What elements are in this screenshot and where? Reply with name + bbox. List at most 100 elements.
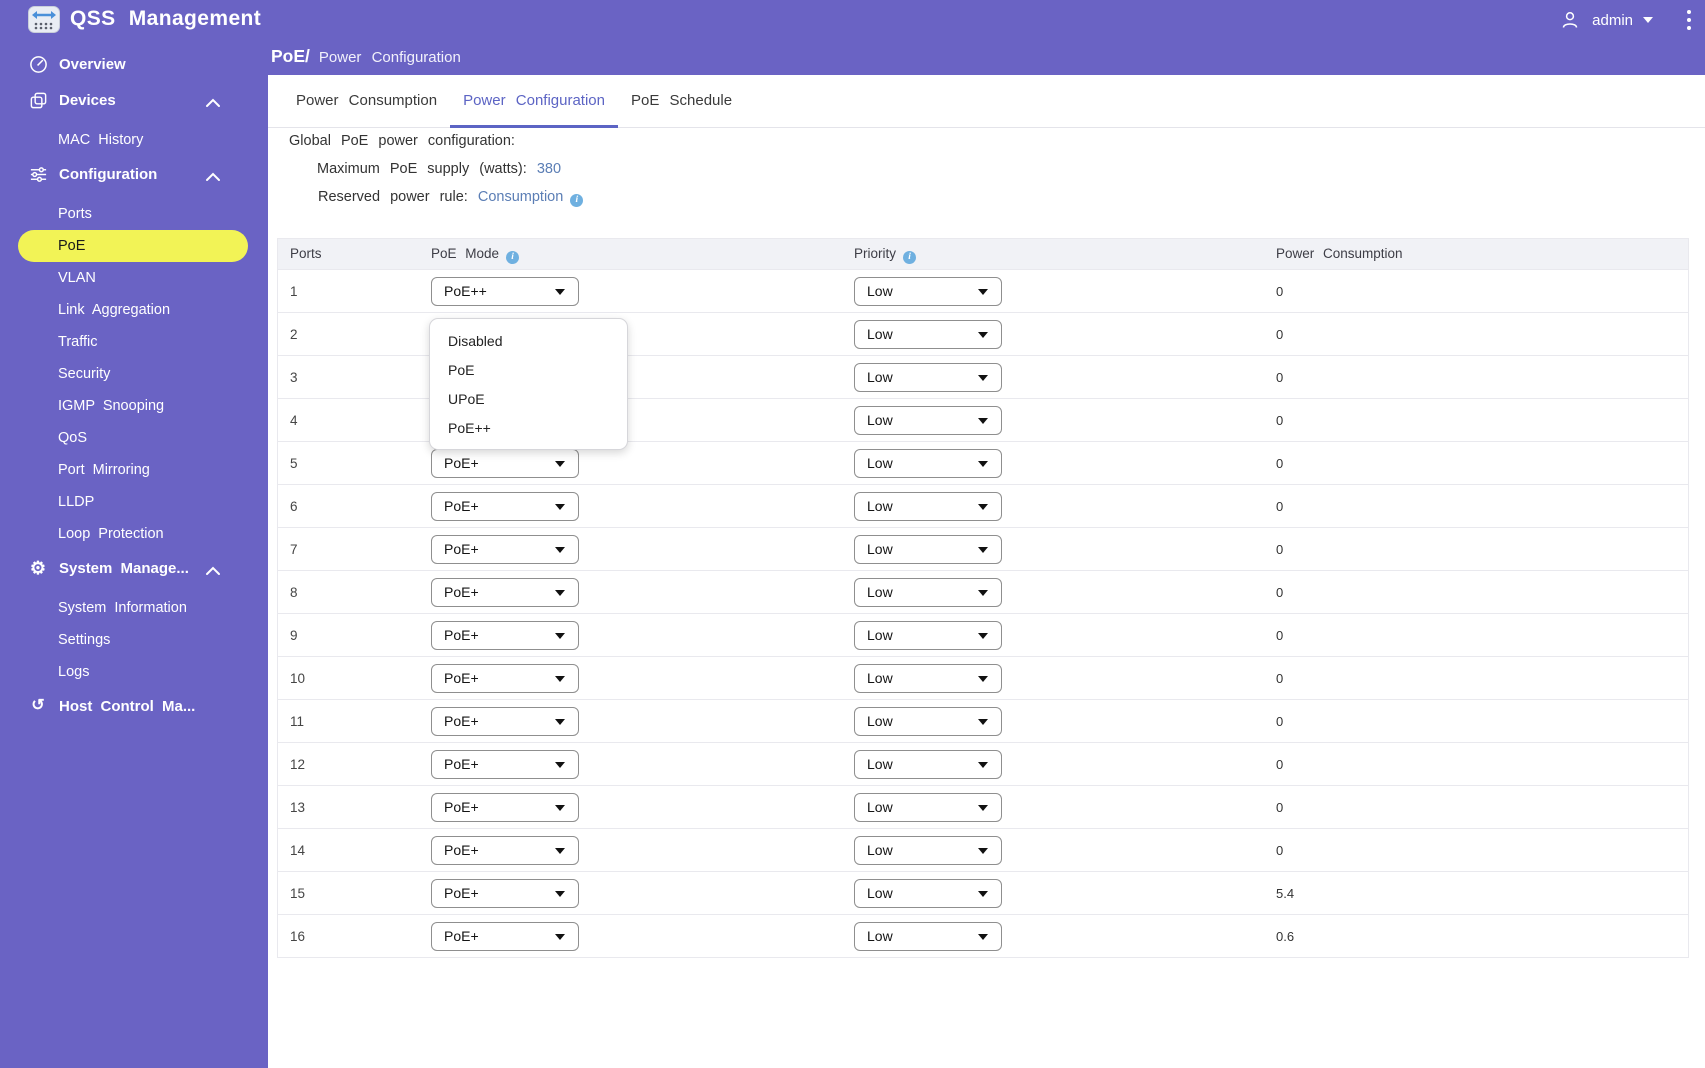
select-value: PoE+ [444,627,479,643]
poe-mode-select[interactable]: PoE+ [431,664,579,693]
poe-mode-select[interactable]: PoE+ [431,578,579,607]
qss-management-window: QSS Management admin Overview Devices MAC … [0,0,1705,1068]
select-value: Low [867,928,893,944]
select-value: PoE+ [444,799,479,815]
sidebar-item-mac-history[interactable]: MAC History [18,124,248,156]
sidebar-item-ports[interactable]: Ports [18,198,248,230]
priority-select[interactable]: Low [854,578,1002,607]
poe-mode-select[interactable]: PoE+ [431,707,579,736]
sidebar-item-system-information[interactable]: System Information [18,592,248,624]
sidebar-item-security[interactable]: Security [18,358,248,390]
priority-select[interactable]: Low [854,836,1002,865]
power-consumption-value: 0 [1276,628,1284,643]
priority-select[interactable]: Low [854,449,1002,478]
sidebar-item-overview[interactable]: Overview [0,46,268,82]
poe-mode-select[interactable]: PoE+ [431,535,579,564]
power-consumption-value: 0 [1276,327,1284,342]
priority-select[interactable]: Low [854,621,1002,650]
select-value: Low [867,541,893,557]
reserved-rule-info-icon[interactable]: i [570,194,584,207]
caret-down-icon [978,504,988,510]
poe-mode-select[interactable]: PoE+ [431,750,579,779]
power-consumption-value: 0 [1276,456,1284,471]
poe-mode-select[interactable]: PoE+ [431,793,579,822]
content-card: Power Consumption Power Configuration PoE … [268,75,1705,1068]
chevron-up-icon[interactable] [205,563,221,575]
priority-select[interactable]: Low [854,406,1002,435]
tab-poe-schedule[interactable]: PoE Schedule [618,75,745,128]
priority-select[interactable]: Low [854,277,1002,306]
chevron-up-icon[interactable] [205,95,221,107]
priority-select[interactable]: Low [854,707,1002,736]
power-consumption-value: 0 [1276,714,1284,729]
page-title: Power Configuration [318,49,461,66]
reserved-power-rule-value[interactable]: Consumption [478,189,563,205]
table-row: 9 PoE+ Low 0 [278,613,1688,656]
select-value: Low [867,756,893,772]
priority-select[interactable]: Low [854,492,1002,521]
max-poe-supply-label: Maximum PoE supply (watts): [317,161,527,177]
port-number: 6 [290,499,298,514]
poe-mode-select[interactable]: PoE+ [431,836,579,865]
sidebar-item-traffic[interactable]: Traffic [18,326,248,358]
poe-mode-select[interactable]: PoE+ [431,621,579,650]
caret-down-icon [555,461,565,467]
dropdown-option-disabled[interactable]: Disabled [430,327,627,356]
power-consumption-value: 0 [1276,671,1284,686]
history-icon: ↺ [31,697,45,714]
sidebar-item-host-control-ma[interactable]: ↺ Host Control Ma... [0,688,268,724]
select-value: PoE+ [444,756,479,772]
poe-mode-select[interactable]: PoE++ [431,277,579,306]
sidebar-item-lldp[interactable]: LLDP [18,486,248,518]
sidebar-item-port-mirroring[interactable]: Port Mirroring [18,454,248,486]
poe-mode-select[interactable]: PoE+ [431,449,579,478]
caret-down-icon [978,762,988,768]
select-value: PoE+ [444,885,479,901]
sidebar-item-label: Link Aggregation [58,302,171,318]
caret-down-icon [555,289,565,295]
priority-info-icon[interactable]: i [903,251,917,264]
global-config-heading: Global PoE power configuration: [289,133,515,149]
sidebar-item-logs[interactable]: Logs [18,656,248,688]
sidebar-item-settings[interactable]: Settings [18,624,248,656]
priority-select[interactable]: Low [854,664,1002,693]
sidebar-item-loop-protection[interactable]: Loop Protection [18,518,248,550]
priority-select[interactable]: Low [854,793,1002,822]
sidebar-item-label: Devices [59,91,116,109]
kebab-menu-icon[interactable] [1687,10,1691,30]
user-caret-down-icon[interactable] [1643,17,1653,23]
sidebar-item-igmp-snooping[interactable]: IGMP Snooping [18,390,248,422]
priority-select[interactable]: Low [854,535,1002,564]
poe-mode-select[interactable]: PoE+ [431,922,579,951]
sidebar-item-configuration[interactable]: Configuration [0,156,268,192]
poe-mode-select[interactable]: PoE+ [431,492,579,521]
port-number: 16 [290,929,306,944]
poe-mode-select[interactable]: PoE+ [431,879,579,908]
dropdown-option-poe[interactable]: PoE [430,356,627,385]
table-row: 15 PoE+ Low 5.4 [278,871,1688,914]
sidebar-item-poe[interactable]: PoE [18,230,248,262]
sidebar-item-devices[interactable]: Devices [0,82,268,118]
sidebar-item-link-aggregation[interactable]: Link Aggregation [18,294,248,326]
power-consumption-value: 0 [1276,757,1284,772]
sidebar-item-vlan[interactable]: VLAN [18,262,248,294]
dropdown-option-upoe[interactable]: UPoE [430,385,627,414]
poe-mode-info-icon[interactable]: i [506,251,520,264]
priority-select[interactable]: Low [854,879,1002,908]
max-poe-supply-value: 380 [536,161,562,177]
sidebar-item-label: Security [58,366,111,382]
priority-select[interactable]: Low [854,750,1002,779]
priority-select[interactable]: Low [854,922,1002,951]
priority-select[interactable]: Low [854,363,1002,392]
tab-power-consumption[interactable]: Power Consumption [283,75,450,128]
priority-select[interactable]: Low [854,320,1002,349]
chevron-up-icon[interactable] [205,169,221,181]
caret-down-icon [978,332,988,338]
sidebar-item-system-manage[interactable]: ⚙ System Manage... [0,550,268,586]
port-number: 5 [290,456,298,471]
user-menu[interactable]: admin [1592,12,1633,29]
table-row: 12 PoE+ Low 0 [278,742,1688,785]
dropdown-option-poe[interactable]: PoE++ [430,414,627,443]
tab-power-configuration[interactable]: Power Configuration [450,75,618,128]
sidebar-item-qos[interactable]: QoS [18,422,248,454]
